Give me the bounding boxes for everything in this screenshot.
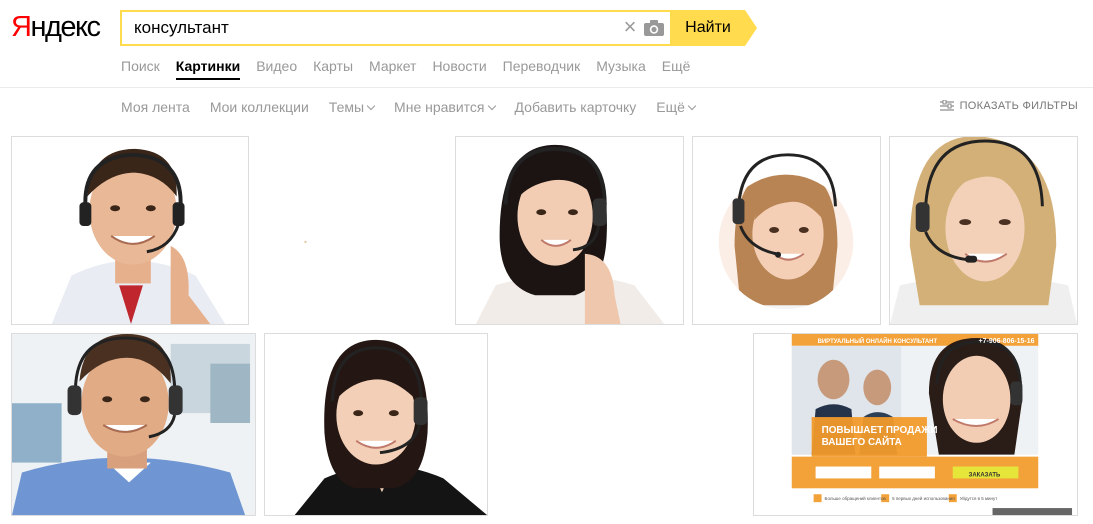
tab-market[interactable]: Маркет — [369, 58, 416, 80]
show-filters-label: ПОКАЗАТЬ ФИЛЬТРЫ — [959, 100, 1078, 112]
banner-headline-1: ПОВЫШАЕТ ПРОДАЖИ — [822, 425, 938, 436]
header: Яндекс × Найти Поиск Картинки Видео Карт… — [0, 0, 1093, 88]
logo-rest: ндекс — [30, 11, 101, 43]
search-input[interactable] — [134, 16, 604, 40]
search-button[interactable]: Найти — [671, 10, 745, 46]
filters-icon — [939, 100, 954, 111]
image-thumbnail — [250, 137, 454, 324]
tab-news[interactable]: Новости — [432, 58, 486, 80]
subnav-feed[interactable]: Моя лента — [121, 99, 190, 115]
subnav-likes[interactable]: Мне нравится — [394, 99, 496, 115]
subnav-more[interactable]: Ещё — [656, 99, 697, 115]
tab-search[interactable]: Поиск — [121, 58, 160, 80]
banner-phone: +7-906-806-15-16 — [979, 338, 1035, 345]
banner-feature-2: 5 первых дней использования — [892, 495, 955, 501]
camera-icon[interactable] — [643, 19, 665, 37]
image-thumbnail — [265, 334, 487, 515]
logo-letter: Я — [11, 11, 32, 43]
image-result[interactable] — [264, 333, 488, 516]
image-thumbnail — [890, 137, 1077, 324]
subnav-collections[interactable]: Мои коллекции — [210, 99, 309, 115]
image-thumbnail — [456, 137, 683, 324]
tab-maps[interactable]: Карты — [313, 58, 353, 80]
search-box: × — [120, 10, 672, 46]
show-filters-button[interactable]: ПОКАЗАТЬ ФИЛЬТРЫ — [939, 100, 1078, 112]
chevron-down-icon — [487, 101, 496, 111]
subnav-more-label: Ещё — [656, 99, 685, 115]
search-button-arrow[interactable] — [745, 10, 757, 46]
image-result[interactable] — [455, 136, 684, 325]
tab-images[interactable]: Картинки — [176, 58, 240, 80]
subnav-themes[interactable]: Темы — [328, 99, 376, 115]
chevron-down-icon — [687, 101, 697, 111]
banner-brand: ВИРТУАЛЬНЫЙ ОНЛАЙН КОНСУЛЬТАНТ — [818, 337, 938, 345]
tab-video[interactable]: Видео — [256, 58, 297, 80]
images-subnav: Моя лента Мои коллекции Темы Мне нравитс… — [121, 99, 697, 115]
banner-cta: ЗАКАЗАТЬ — [969, 472, 1001, 478]
banner-feature-1: Больше обращений клиентов — [825, 495, 887, 501]
banner-headline-2: ВАШЕГО САЙТА — [822, 436, 902, 448]
image-result[interactable] — [889, 136, 1078, 325]
image-thumbnail: ВИРТУАЛЬНЫЙ ОНЛАЙН КОНСУЛЬТАНТ +7-906-80… — [754, 334, 1077, 515]
image-result[interactable] — [249, 136, 455, 325]
subnav-likes-label: Мне нравится — [394, 99, 485, 115]
tab-more[interactable]: Ещё — [662, 58, 691, 80]
subnav-add-card[interactable]: Добавить карточку — [515, 99, 637, 115]
image-result[interactable] — [11, 136, 249, 325]
services-nav: Поиск Картинки Видео Карты Маркет Новост… — [121, 58, 690, 80]
tab-translator[interactable]: Переводчик — [503, 58, 581, 80]
chevron-down-icon — [366, 101, 376, 111]
tab-music[interactable]: Музыка — [596, 58, 646, 80]
yandex-logo[interactable]: Яндекс — [11, 11, 101, 44]
subnav-themes-label: Темы — [328, 99, 365, 115]
image-result[interactable] — [692, 136, 881, 325]
clear-icon[interactable]: × — [620, 16, 640, 38]
image-thumbnail — [12, 137, 248, 324]
image-thumbnail — [693, 137, 880, 324]
image-result[interactable]: ВИРТУАЛЬНЫЙ ОНЛАЙН КОНСУЛЬТАНТ +7-906-80… — [753, 333, 1078, 516]
image-result[interactable] — [11, 333, 256, 516]
image-thumbnail — [12, 334, 255, 515]
banner-feature-3: Уйдутся в 5 минут — [960, 495, 998, 501]
